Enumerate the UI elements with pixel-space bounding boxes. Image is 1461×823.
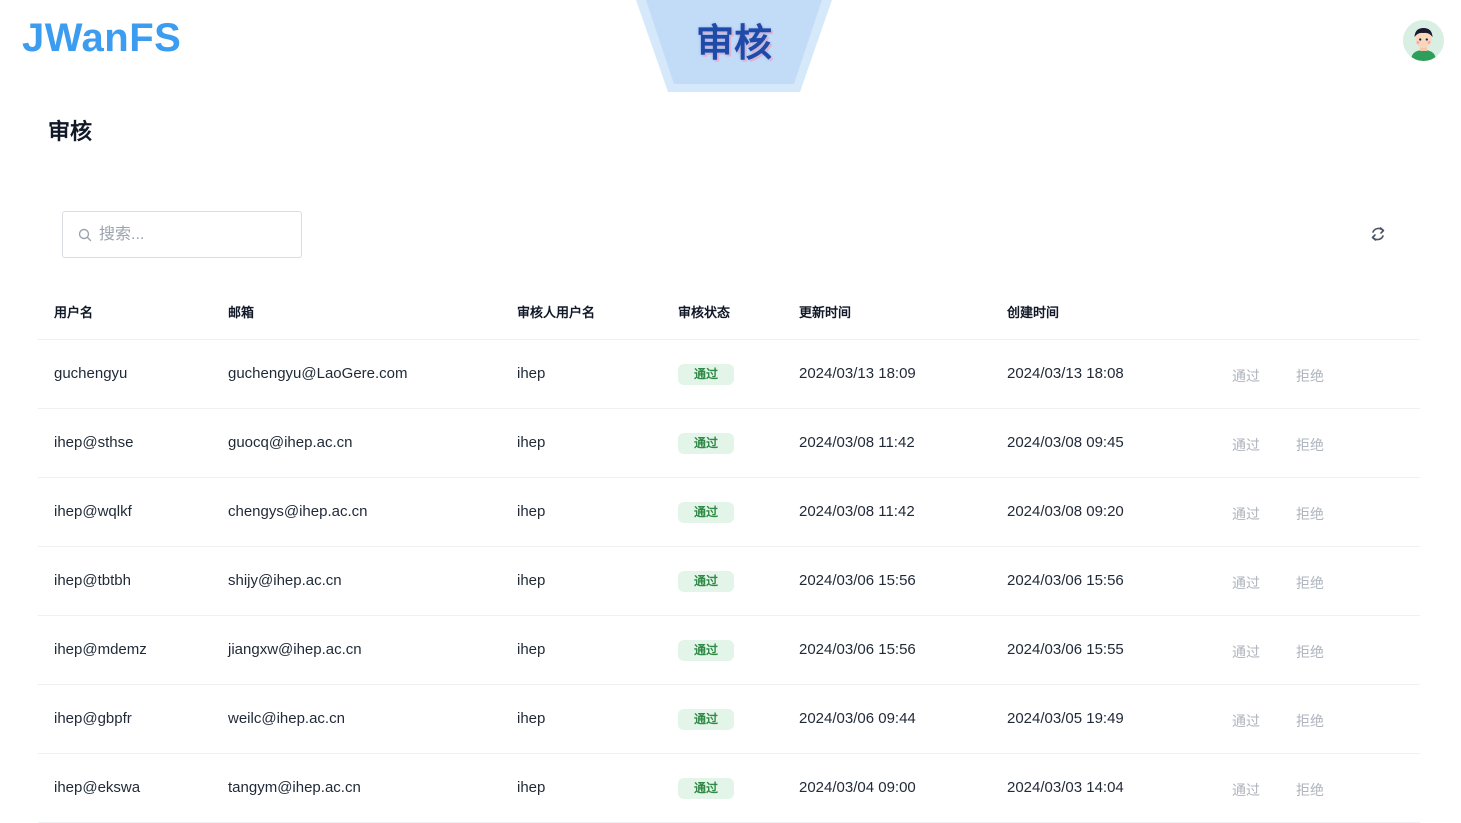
- email-cell: guocq@ihep.ac.cn: [228, 434, 353, 451]
- email-cell: shijy@ihep.ac.cn: [228, 572, 342, 589]
- approve-button[interactable]: 通过: [1232, 366, 1260, 386]
- reviewer-cell: ihep: [517, 434, 546, 451]
- reject-button[interactable]: 拒绝: [1296, 711, 1324, 731]
- reject-button[interactable]: 拒绝: [1296, 642, 1324, 662]
- table-row: guchengyu guchengyu@LaoGere.com ihep 通过 …: [38, 340, 1420, 409]
- updated-time-cell: 2024/03/06 09:44: [799, 710, 916, 727]
- reject-button[interactable]: 拒绝: [1296, 573, 1324, 593]
- username-cell: guchengyu: [54, 365, 128, 382]
- column-header-username: 用户名: [54, 305, 94, 320]
- status-badge: 通过: [678, 571, 734, 592]
- username-cell: ihep@tbtbh: [54, 572, 131, 589]
- refresh-icon[interactable]: [1368, 224, 1388, 244]
- email-cell: weilc@ihep.ac.cn: [228, 710, 345, 727]
- approve-button[interactable]: 通过: [1232, 780, 1260, 800]
- created-time-cell: 2024/03/03 14:04: [1007, 779, 1124, 796]
- status-badge: 通过: [678, 640, 734, 661]
- status-badge: 通过: [678, 709, 734, 730]
- table-row: ihep@tbtbh shijy@ihep.ac.cn ihep 通过 2024…: [38, 547, 1420, 616]
- updated-time-cell: 2024/03/06 15:56: [799, 572, 916, 589]
- top-bar: JWanFS 审核: [0, 0, 1461, 92]
- search-input[interactable]: [99, 220, 295, 250]
- email-cell: jiangxw@ihep.ac.cn: [228, 641, 362, 658]
- approve-button[interactable]: 通过: [1232, 711, 1260, 731]
- search-icon: [78, 228, 92, 242]
- column-header-reviewer: 审核人用户名: [517, 305, 596, 320]
- status-badge: 通过: [678, 433, 734, 454]
- updated-time-cell: 2024/03/08 11:42: [799, 503, 915, 520]
- status-badge: 通过: [678, 778, 734, 799]
- email-cell: guchengyu@LaoGere.com: [228, 365, 408, 382]
- username-cell: ihep@sthse: [54, 434, 134, 451]
- column-header-email: 邮箱: [228, 305, 255, 320]
- search-box[interactable]: [62, 211, 302, 258]
- reviewer-cell: ihep: [517, 710, 546, 727]
- column-header-status: 审核状态: [678, 305, 731, 320]
- user-avatar-icon[interactable]: [1403, 20, 1444, 61]
- username-cell: ihep@wqlkf: [54, 503, 132, 520]
- created-time-cell: 2024/03/08 09:20: [1007, 503, 1124, 520]
- created-time-cell: 2024/03/06 15:55: [1007, 641, 1124, 658]
- reviewer-cell: ihep: [517, 365, 546, 382]
- page-banner: 审核: [636, 0, 832, 92]
- reject-button[interactable]: 拒绝: [1296, 366, 1324, 386]
- updated-time-cell: 2024/03/08 11:42: [799, 434, 915, 451]
- updated-time-cell: 2024/03/04 09:00: [799, 779, 916, 796]
- created-time-cell: 2024/03/08 09:45: [1007, 434, 1124, 451]
- table-row: ihep@wqlkf chengys@ihep.ac.cn ihep 通过 20…: [38, 478, 1420, 547]
- table-row: ihep@ekswa tangym@ihep.ac.cn ihep 通过 202…: [38, 754, 1420, 823]
- username-cell: ihep@gbpfr: [54, 710, 132, 727]
- column-header-created: 创建时间: [1007, 305, 1060, 320]
- table-row: ihep@sthse guocq@ihep.ac.cn ihep 通过 2024…: [38, 409, 1420, 478]
- reject-button[interactable]: 拒绝: [1296, 435, 1324, 455]
- approve-button[interactable]: 通过: [1232, 573, 1260, 593]
- reviewer-cell: ihep: [517, 503, 546, 520]
- table-row: ihep@gbpfr weilc@ihep.ac.cn ihep 通过 2024…: [38, 685, 1420, 754]
- status-badge: 通过: [678, 364, 734, 385]
- table-body: guchengyu guchengyu@LaoGere.com ihep 通过 …: [38, 340, 1420, 823]
- username-cell: ihep@ekswa: [54, 779, 141, 796]
- created-time-cell: 2024/03/13 18:08: [1007, 365, 1124, 382]
- reviewer-cell: ihep: [517, 779, 546, 796]
- banner-title: 审核: [695, 23, 772, 65]
- updated-time-cell: 2024/03/06 15:56: [799, 641, 916, 658]
- table-row: ihep@mdemz jiangxw@ihep.ac.cn ihep 通过 20…: [38, 616, 1420, 685]
- reject-button[interactable]: 拒绝: [1296, 504, 1324, 524]
- table-header: 用户名 邮箱 审核人用户名 审核状态 更新时间 创建时间: [38, 280, 1420, 340]
- page-title: 审核: [48, 119, 93, 144]
- approve-button[interactable]: 通过: [1232, 504, 1260, 524]
- approve-button[interactable]: 通过: [1232, 435, 1260, 455]
- reviewer-cell: ihep: [517, 572, 546, 589]
- updated-time-cell: 2024/03/13 18:09: [799, 365, 916, 382]
- column-header-updated: 更新时间: [799, 305, 852, 320]
- app-logo[interactable]: JWanFS: [22, 16, 181, 61]
- email-cell: tangym@ihep.ac.cn: [228, 779, 361, 796]
- reject-button[interactable]: 拒绝: [1296, 780, 1324, 800]
- username-cell: ihep@mdemz: [54, 641, 147, 658]
- status-badge: 通过: [678, 502, 734, 523]
- email-cell: chengys@ihep.ac.cn: [228, 503, 368, 520]
- approve-button[interactable]: 通过: [1232, 642, 1260, 662]
- created-time-cell: 2024/03/05 19:49: [1007, 710, 1124, 727]
- reviewer-cell: ihep: [517, 641, 546, 658]
- review-table: 用户名 邮箱 审核人用户名 审核状态 更新时间 创建时间 guchengyu g…: [38, 280, 1420, 823]
- created-time-cell: 2024/03/06 15:56: [1007, 572, 1124, 589]
